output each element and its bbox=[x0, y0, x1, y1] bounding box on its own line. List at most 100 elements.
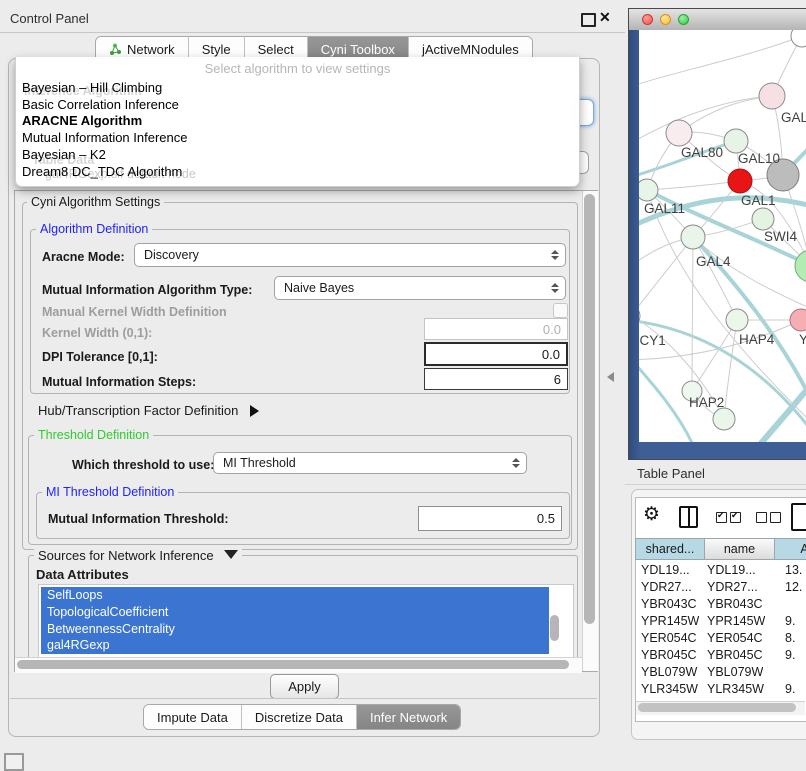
network-node[interactable] bbox=[639, 305, 640, 327]
network-node[interactable] bbox=[752, 208, 774, 230]
network-node-label: GAL80 bbox=[681, 145, 723, 160]
tab-infer-network[interactable]: Infer Network bbox=[357, 705, 460, 729]
mi-threshold-label: Mutual Information Threshold: bbox=[48, 512, 229, 526]
hide-columns-icon[interactable] bbox=[756, 512, 784, 526]
table-row[interactable]: YLR345WYLR345W9. bbox=[635, 682, 806, 699]
table-cell: 9. bbox=[785, 648, 795, 662]
data-attributes-list[interactable]: SelfLoopsTopologicalCoefficientBetweenne… bbox=[38, 584, 574, 658]
split-divider-arrow[interactable] bbox=[607, 372, 614, 382]
combo-spinner-icon bbox=[551, 283, 559, 293]
table-row[interactable]: YBL079WYBL079W bbox=[635, 665, 806, 682]
network-node[interactable] bbox=[795, 250, 806, 282]
algorithm-option[interactable]: Basic Correlation Inference bbox=[22, 97, 179, 112]
mi-threshold-field[interactable]: 0.5 bbox=[418, 506, 562, 531]
mi-algorithm-type-combo[interactable]: Naive Bayes bbox=[274, 276, 566, 300]
column-header-name[interactable]: name bbox=[705, 538, 775, 560]
manual-kernel-width-checkbox[interactable] bbox=[553, 303, 568, 318]
mi-algorithm-type-value: Naive Bayes bbox=[284, 281, 551, 295]
network-node[interactable] bbox=[681, 225, 705, 249]
network-node-label: GAL11 bbox=[644, 201, 685, 216]
table-row[interactable]: YDR27...YDR27...12. bbox=[635, 580, 806, 597]
network-edge[interactable] bbox=[679, 96, 772, 133]
network-edge[interactable] bbox=[693, 237, 806, 310]
algorithm-option[interactable]: ARACNE Algorithm bbox=[22, 113, 142, 128]
show-columns-icon[interactable] bbox=[716, 512, 744, 526]
network-edge[interactable] bbox=[639, 36, 802, 90]
sources-toggle[interactable]: Sources for Network Inference bbox=[34, 548, 242, 563]
mi-steps-field[interactable]: 6 bbox=[424, 368, 568, 390]
table-cell: YLR345W bbox=[707, 682, 764, 696]
combo-spinner-icon bbox=[551, 250, 559, 260]
table-row[interactable]: YPR145WYPR145W9. bbox=[635, 614, 806, 631]
table-row[interactable]: YBR043CYBR043C bbox=[635, 597, 806, 614]
float-window-icon[interactable] bbox=[581, 13, 596, 27]
network-edge[interactable] bbox=[639, 96, 772, 150]
table-cell: 9. bbox=[785, 614, 795, 628]
close-traffic-light-icon[interactable] bbox=[642, 14, 653, 25]
tab-label: Style bbox=[202, 42, 231, 57]
tab-discretize-data[interactable]: Discretize Data bbox=[242, 705, 357, 729]
network-canvas[interactable]: GAL7GAL80GAL10GAL1SWI4GAL11GAL4GCY1HAP4Y… bbox=[639, 30, 806, 442]
network-graph[interactable]: GAL7GAL80GAL10GAL1SWI4GAL11GAL4GCY1HAP4Y… bbox=[639, 30, 806, 442]
attribute-item[interactable]: TopologicalCoefficient bbox=[41, 604, 549, 621]
algorithm-option[interactable]: Bayesian – Hill Climbing bbox=[22, 80, 162, 95]
threshold-definition-title: Threshold Definition bbox=[34, 428, 153, 442]
table-horizontal-scrollbar[interactable] bbox=[638, 703, 796, 712]
table-cell: YBR045C bbox=[707, 648, 763, 662]
network-node[interactable] bbox=[666, 120, 692, 146]
attribute-item[interactable]: BetweennessCentrality bbox=[41, 621, 549, 638]
table-row[interactable]: YBR045CYBR045C9. bbox=[635, 648, 806, 665]
network-node[interactable] bbox=[728, 169, 752, 193]
network-node[interactable] bbox=[724, 129, 748, 153]
minimize-traffic-light-icon[interactable] bbox=[660, 14, 671, 25]
attribute-item[interactable]: gal4RGexp bbox=[41, 637, 549, 654]
network-node[interactable] bbox=[791, 30, 806, 47]
network-node[interactable] bbox=[639, 179, 658, 201]
settings-vertical-scrollbar[interactable] bbox=[584, 194, 595, 624]
network-node[interactable] bbox=[790, 309, 806, 331]
algorithm-option[interactable]: Mutual Information Inference bbox=[22, 130, 187, 145]
algorithm-option[interactable]: Dream8 DC_TDC Algorithm bbox=[22, 164, 182, 179]
table-row[interactable]: YIL052CYIL052C9 bbox=[635, 699, 806, 700]
network-window-titlebar[interactable] bbox=[629, 9, 806, 31]
network-edge-highlighted[interactable] bbox=[757, 375, 806, 442]
network-node[interactable] bbox=[759, 83, 785, 109]
settings-horizontal-scrollbar[interactable] bbox=[17, 660, 569, 669]
network-node-label: GAL7 bbox=[781, 110, 806, 125]
table-cell: 8. bbox=[785, 631, 795, 645]
algorithm-option[interactable]: Bayesian – K2 bbox=[22, 147, 106, 162]
gear-icon[interactable]: ⚙ bbox=[643, 503, 660, 526]
column-header-shared[interactable]: shared... bbox=[635, 538, 705, 560]
tab-impute-data[interactable]: Impute Data bbox=[144, 705, 242, 729]
dpi-tolerance-field[interactable]: 0.0 bbox=[424, 342, 568, 366]
divider bbox=[625, 484, 806, 485]
kernel-width-label: Kernel Width (0,1): bbox=[42, 326, 152, 340]
which-threshold-combo[interactable]: MI Threshold bbox=[213, 452, 527, 474]
network-node[interactable] bbox=[713, 408, 735, 430]
table-cell: YDR27... bbox=[641, 580, 692, 594]
column-header-a[interactable]: A bbox=[775, 538, 806, 560]
attribute-item[interactable]: SelfLoops bbox=[41, 587, 549, 604]
network-edge[interactable] bbox=[639, 237, 693, 316]
which-threshold-label: Which threshold to use: bbox=[72, 458, 214, 472]
zoom-traffic-light-icon[interactable] bbox=[678, 14, 689, 25]
table-cell: YBL079W bbox=[707, 665, 763, 679]
attribute-list-scrollbar[interactable] bbox=[550, 615, 559, 641]
table-row[interactable]: YER054CYER054C8. bbox=[635, 631, 806, 648]
network-node-label: GAL1 bbox=[741, 193, 776, 208]
aracne-mode-combo[interactable]: Discovery bbox=[134, 243, 566, 267]
kernel-width-field[interactable]: 0.0 bbox=[424, 318, 568, 340]
hub-definition-label: Hub/Transcription Factor Definition bbox=[38, 403, 238, 418]
network-edge[interactable] bbox=[647, 181, 740, 190]
hub-definition-toggle[interactable]: Hub/Transcription Factor Definition bbox=[38, 403, 259, 418]
network-edge[interactable] bbox=[692, 237, 693, 391]
apply-button[interactable]: Apply bbox=[270, 674, 339, 699]
close-icon[interactable]: ✕ bbox=[599, 9, 611, 26]
export-table-icon[interactable] bbox=[791, 503, 806, 531]
table-cell: YPR145W bbox=[707, 614, 765, 628]
network-node[interactable] bbox=[726, 309, 748, 331]
split-columns-icon[interactable] bbox=[679, 506, 698, 528]
table-row[interactable]: YDL19...YDL19...13. bbox=[635, 563, 806, 580]
palette-icon[interactable] bbox=[4, 753, 24, 771]
tab-label: Network bbox=[127, 42, 175, 57]
